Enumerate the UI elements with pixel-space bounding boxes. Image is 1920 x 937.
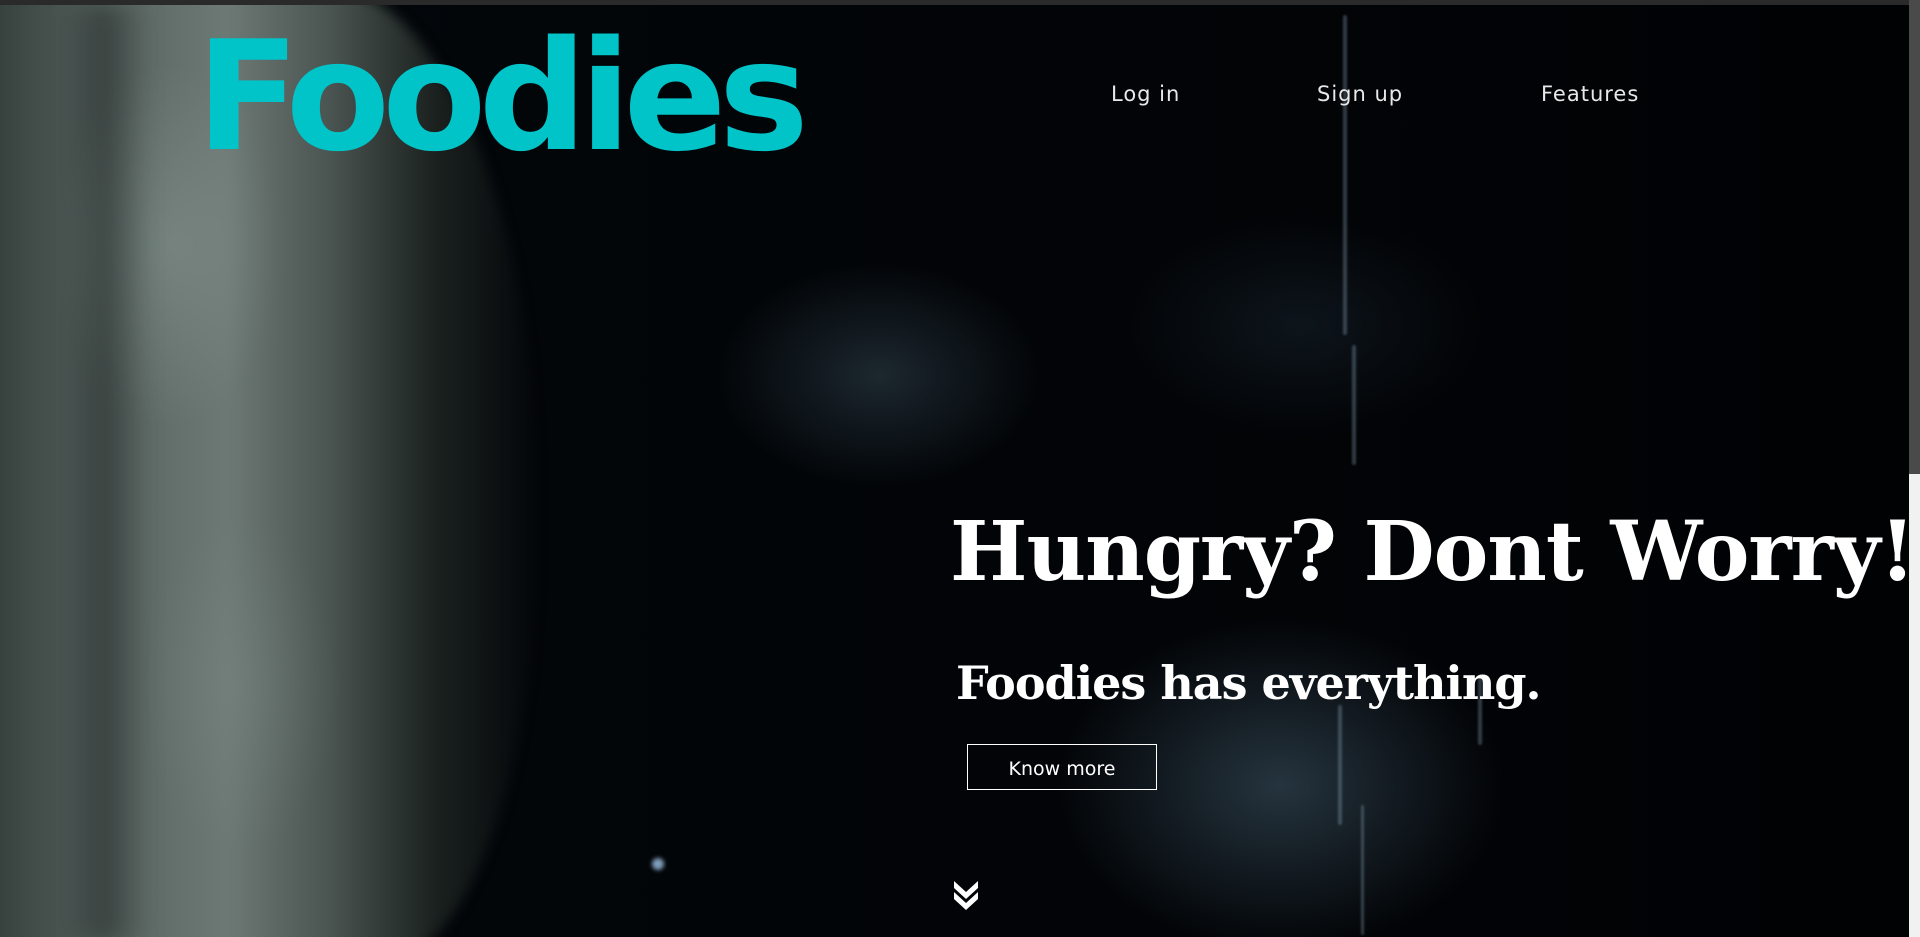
nav-features-link[interactable]: Features	[1541, 82, 1639, 106]
hero-headline: Hungry? Dont Worry!	[950, 504, 1915, 600]
top-nav: Log in Sign up Features	[0, 82, 1909, 114]
water-streak	[1343, 15, 1347, 335]
water-streak	[1338, 705, 1342, 825]
hero-subheadline: Foodies has everything.	[956, 656, 1542, 710]
cloth-fold-shadow	[60, 5, 150, 937]
nav-signup-link[interactable]: Sign up	[1317, 82, 1403, 106]
light-speck	[652, 858, 664, 870]
window-top-strip	[0, 0, 1920, 5]
know-more-button[interactable]: Know more	[967, 744, 1157, 790]
water-streak	[1361, 805, 1364, 935]
double-chevron-down-icon-svg	[954, 881, 978, 910]
nav-login-link[interactable]: Log in	[1111, 82, 1180, 106]
scrollbar-thumb[interactable]	[1909, 0, 1920, 474]
double-chevron-down-icon[interactable]	[952, 878, 980, 912]
water-streak	[1352, 345, 1356, 465]
